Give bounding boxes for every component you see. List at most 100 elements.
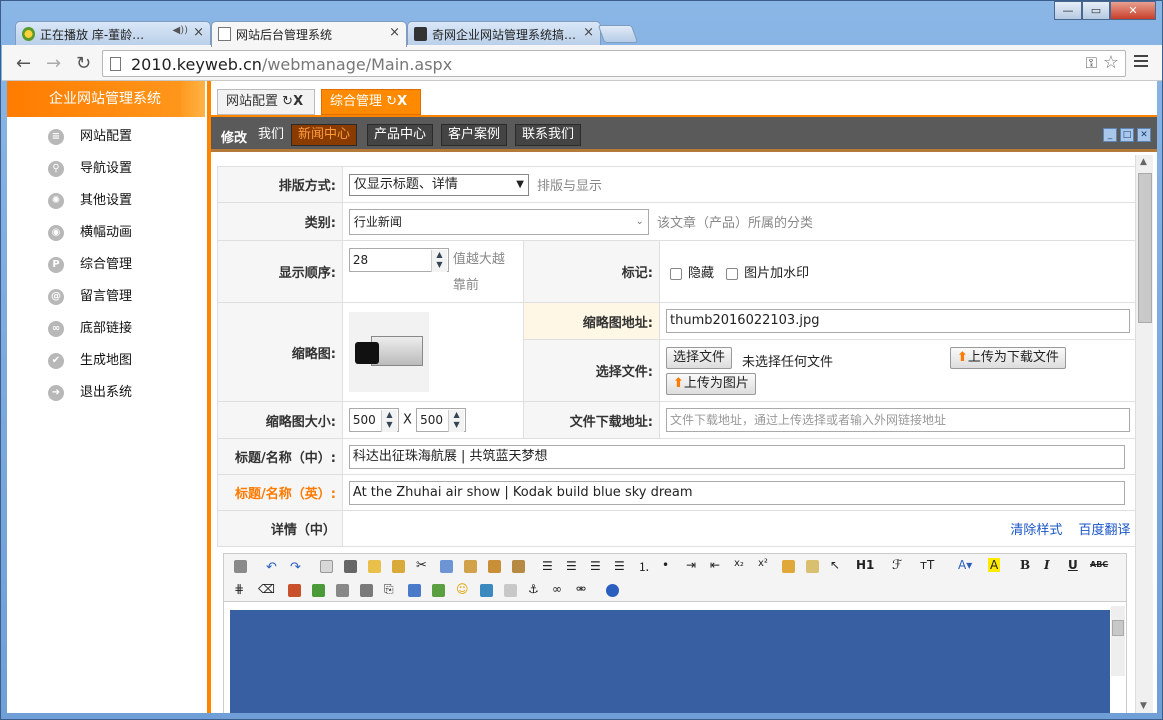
source-icon[interactable] [234,560,247,573]
thumb-height-input[interactable]: 500 ▲ ▼ [416,408,467,432]
category-select[interactable]: 行业新闻 ⌄ [348,208,649,235]
page-break-icon[interactable] [504,584,517,597]
table-icon[interactable] [408,584,421,597]
select-all-icon[interactable] [806,560,819,573]
editor-body[interactable] [230,610,1110,713]
sidebar-item-banner[interactable]: ◉ 横幅动画 [7,217,205,249]
font-family-button[interactable]: ℱ [892,558,902,573]
editor-scroll-thumb[interactable] [1112,620,1124,636]
choose-file-button[interactable]: 选择文件 [666,346,733,369]
highlight-icon[interactable]: A [988,558,1001,572]
ordered-list-icon[interactable]: ⒈ [638,558,651,574]
browser-tab-music[interactable]: 正在播放 庠-董龄… ◀)) × [15,21,211,46]
layout-select[interactable]: 仅显示标题、详情 ▼ [348,173,529,196]
sidebar-item-settings[interactable]: ✺ 其他设置 [7,185,205,217]
undo-icon[interactable]: ↶ [266,560,279,575]
minimize-button[interactable]: — [1054,1,1082,20]
clear-format-icon[interactable] [782,560,795,573]
thumb-url-input[interactable]: thumb2016022103.jpg [666,309,1130,333]
close-tab-icon[interactable]: × [583,25,594,40]
sidebar-item-messages[interactable]: @ 留言管理 [7,281,205,313]
map-icon[interactable] [480,584,493,597]
browser-tab-admin[interactable]: 网站后台管理系统 × [211,21,407,47]
section-products-button[interactable]: 产品中心 [367,124,434,146]
panel-minimize-icon[interactable]: _ [1103,128,1117,142]
indent-icon[interactable]: ⇥ [686,558,699,572]
copy-icon[interactable] [440,560,453,573]
reload-icon[interactable]: ↻ [76,53,91,74]
address-bar[interactable]: 2010.keyweb.cn/webmanage/Main.aspx ⚿ ☆ [102,50,1126,77]
panel-close-icon[interactable]: ✕ [1137,128,1151,142]
cursor-icon[interactable]: ↖ [830,558,843,572]
flash-icon[interactable] [336,584,349,597]
underline-button[interactable]: U [1068,558,1078,572]
spinner-icon[interactable]: ▲ ▼ [430,249,447,272]
align-right-icon[interactable]: ☰ [590,559,603,573]
help-icon[interactable] [606,584,619,597]
image-batch-icon[interactable] [312,584,325,597]
tab-site-config[interactable]: 网站配置 ↻X [217,89,315,115]
upload-download-button[interactable]: ⬆上传为下载文件 [950,346,1066,369]
bookmark-star-icon[interactable]: ☆ [1103,52,1119,73]
paste-icon[interactable] [464,560,477,573]
download-url-input[interactable]: 文件下载地址，通过上传选择或者输入外网链接地址 [666,408,1130,432]
table-grid-icon[interactable]: ⋕ [234,582,247,596]
eraser-icon[interactable]: ⌫ [258,582,275,596]
watermark-checkbox[interactable] [726,267,739,280]
section-cases-button[interactable]: 客户案例 [441,124,508,146]
subscript-icon[interactable]: x₂ [734,558,747,571]
new-tab-button[interactable] [597,25,639,43]
sidebar-item-config[interactable]: ≡ 网站配置 [7,121,205,153]
close-tab-icon[interactable]: X [293,94,303,109]
upload-image-button[interactable]: ⬆上传为图片 [666,372,756,395]
align-left-icon[interactable]: ☰ [542,559,555,573]
title-cn-input[interactable]: 科达出征珠海航展 | 共筑蓝天梦想 [348,444,1125,469]
back-icon[interactable]: ← [16,53,31,74]
cut-icon[interactable]: ✂ [416,558,429,573]
superscript-icon[interactable]: x² [758,558,771,571]
spinner-icon[interactable]: ▲ ▼ [448,410,465,432]
sidebar-item-navigation[interactable]: ⚲ 导航设置 [7,153,205,185]
redo-icon[interactable]: ↷ [290,560,303,575]
anchor-icon[interactable]: ⚓ [528,582,541,596]
maximize-button[interactable]: ▭ [1082,1,1110,20]
font-size-button[interactable]: тT [920,558,934,572]
strikethrough-button[interactable]: ABC [1090,560,1108,569]
preview-icon[interactable] [320,560,333,573]
outdent-icon[interactable]: ⇤ [710,558,723,572]
font-color-icon[interactable]: A▾ [958,558,972,572]
close-tab-icon[interactable]: × [193,25,204,40]
close-tab-icon[interactable]: X [397,94,407,109]
baidu-translate-link[interactable]: 百度翻译 [1078,523,1130,538]
menu-icon[interactable] [1134,55,1148,70]
tab-management[interactable]: 综合管理 ↻X [321,89,421,115]
paste-word-icon[interactable] [512,560,525,573]
browser-tab-qiwang[interactable]: 奇网企业网站管理系统搞… × [407,21,601,46]
refresh-icon[interactable]: ↻ [282,94,293,109]
section-contact-button[interactable]: 联系我们 [515,124,582,146]
sidebar-item-exit[interactable]: ➜ 退出系统 [7,377,205,409]
code-icon[interactable] [392,560,405,573]
refresh-icon[interactable]: ↻ [386,94,397,109]
hr-icon[interactable] [432,584,445,597]
scroll-up-icon[interactable]: ▲ [1140,157,1147,167]
attachment-icon[interactable]: ⎘ [384,582,397,596]
sidebar-item-sitemap[interactable]: ✔ 生成地图 [7,345,205,377]
template-icon[interactable] [368,560,381,573]
unlink-icon[interactable]: ⚮ [576,582,589,596]
scroll-down-icon[interactable]: ▼ [1140,701,1147,711]
print-icon[interactable] [344,560,357,573]
section-news-button[interactable]: 新闻中心 [291,124,358,146]
justify-icon[interactable]: ☰ [614,559,627,573]
panel-maximize-icon[interactable]: □ [1120,128,1134,142]
forward-icon[interactable]: → [46,53,61,74]
page-scrollbar[interactable]: ▲ ▼ [1135,155,1153,713]
heading-button[interactable]: H1 [856,558,874,572]
media-icon[interactable] [360,584,373,597]
italic-button[interactable]: I [1044,558,1050,572]
sidebar-item-links[interactable]: ∞ 底部链接 [7,313,205,345]
link-icon[interactable]: ∞ [552,582,565,596]
thumb-width-input[interactable]: 500 ▲ ▼ [348,408,399,432]
editor-scrollbar[interactable] [1111,606,1125,676]
hidden-checkbox[interactable] [670,267,682,280]
